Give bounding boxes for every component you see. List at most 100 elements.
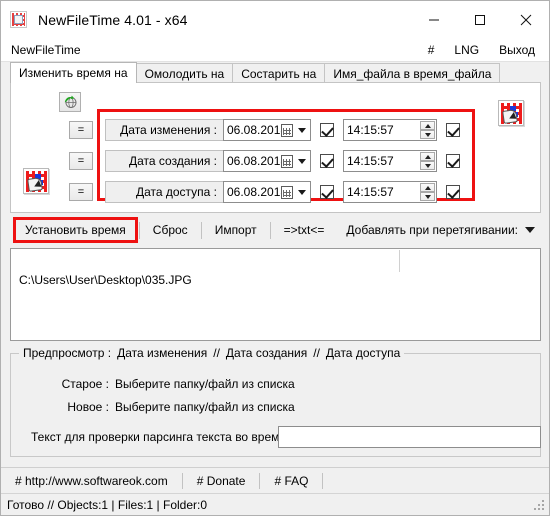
spinner-up-icon[interactable] [420, 183, 435, 192]
reset-button[interactable]: Сброс [141, 220, 200, 240]
date-input-created[interactable]: 06.08.2018 [223, 150, 311, 172]
app-window: NewFileTime 4.01 - x64 NewFileTime # LNG… [0, 0, 550, 516]
tab-filename-to-filetime[interactable]: Имя_файла в время_файла [324, 63, 501, 83]
toolbar-divider [138, 221, 140, 239]
preview-old-row: Старое : Выберите папку/файл из списка [37, 377, 295, 391]
equals-button-modified[interactable]: = [69, 121, 93, 139]
preview-new-row: Новое : Выберите папку/файл из списка [37, 400, 295, 414]
window-title: NewFileTime 4.01 - x64 [38, 11, 188, 28]
time-spinner-created[interactable] [420, 152, 435, 170]
minimize-button[interactable] [411, 1, 457, 38]
preview-label: Предпросмотр : [23, 346, 112, 360]
time-input-accessed[interactable]: 14:15:57 [343, 181, 437, 203]
preview-new-label: Новое : [67, 400, 109, 414]
equals-button-created[interactable]: = [69, 152, 93, 170]
calendar-icon [281, 186, 293, 199]
spinner-down-icon[interactable] [420, 192, 435, 201]
preview-col-modified: Дата изменения [117, 346, 208, 360]
preview-separator: // [213, 346, 220, 360]
link-divider [322, 472, 324, 489]
tab-change-time[interactable]: Изменить время на [10, 62, 137, 83]
list-item[interactable]: C:\Users\User\Desktop\035.JPG [19, 273, 192, 287]
set-time-button[interactable]: Установить время [13, 217, 138, 243]
date-input-accessed[interactable]: 06.08.2018 [223, 181, 311, 203]
menu-item-language[interactable]: LNG [454, 43, 479, 57]
date-value-created: 06.08.2018 [227, 154, 288, 168]
time-checkbox-accessed[interactable] [446, 185, 460, 199]
tab-make-older[interactable]: Состарить на [232, 63, 326, 83]
parse-test-label: Текст для проверки парсинга текста во вр… [31, 430, 286, 444]
menu-bar: NewFileTime # LNG Выход [1, 38, 549, 62]
preview-separator: // [313, 346, 320, 360]
spinner-down-icon[interactable] [420, 161, 435, 170]
time-spinner-modified[interactable] [420, 121, 435, 139]
date-row-modified: Дата изменения : 06.08.2018 14:15:57 [105, 119, 469, 141]
checker-select-icon[interactable] [23, 168, 49, 194]
date-checkbox-modified[interactable] [320, 123, 334, 137]
tab-make-younger[interactable]: Омолодить на [135, 63, 234, 83]
chevron-down-icon[interactable] [525, 227, 535, 233]
link-donate[interactable]: # Donate [183, 474, 260, 488]
file-list[interactable]: C:\Users\User\Desktop\035.JPG [10, 248, 541, 341]
spinner-up-icon[interactable] [420, 121, 435, 130]
drag-option-label: Добавлять при перетягивании: [346, 223, 518, 237]
row-label-created: Дата создания : [105, 150, 223, 172]
drag-option-dropdown[interactable]: Добавлять при перетягивании: [346, 223, 535, 237]
preview-group-title: Предпросмотр : Дата изменения // Дата со… [19, 346, 405, 360]
row-label-accessed: Дата доступа : [105, 181, 223, 203]
status-text: Готово // Objects:1 | Files:1 | Folder:0 [7, 497, 208, 512]
chevron-down-icon[interactable] [298, 190, 306, 195]
column-divider[interactable] [399, 250, 400, 272]
toolbar-divider [269, 221, 271, 239]
preview-old-label: Старое : [61, 377, 109, 391]
calendar-icon [281, 124, 293, 137]
time-value-created: 14:15:57 [347, 154, 394, 168]
txt-button[interactable]: =>txt<= [272, 220, 337, 240]
spinner-up-icon[interactable] [420, 152, 435, 161]
date-row-accessed: Дата доступа : 06.08.2018 14:15:57 [105, 181, 469, 203]
checker-select-icon[interactable] [498, 100, 524, 126]
title-bar: NewFileTime 4.01 - x64 [1, 1, 549, 38]
date-value-modified: 06.08.2018 [227, 123, 288, 137]
date-checkbox-accessed[interactable] [320, 185, 334, 199]
time-checkbox-modified[interactable] [446, 123, 460, 137]
time-value-accessed: 14:15:57 [347, 185, 394, 199]
time-input-modified[interactable]: 14:15:57 [343, 119, 437, 141]
import-button[interactable]: Импорт [203, 220, 269, 240]
window-controls [411, 1, 549, 38]
tab-strip: Изменить время на Омолодить на Состарить… [10, 62, 541, 83]
date-input-modified[interactable]: 06.08.2018 [223, 119, 311, 141]
equals-button-accessed[interactable]: = [69, 183, 93, 201]
parse-test-input[interactable] [278, 426, 541, 448]
menu-item-hash[interactable]: # [428, 43, 435, 57]
chevron-down-icon[interactable] [298, 128, 306, 133]
chevron-down-icon[interactable] [298, 159, 306, 164]
action-toolbar: Установить время Сброс Импорт =>txt<= До… [10, 216, 541, 244]
row-label-modified: Дата изменения : [105, 119, 223, 141]
preview-col-accessed: Дата доступа [325, 346, 401, 360]
time-input-created[interactable]: 14:15:57 [343, 150, 437, 172]
link-faq[interactable]: # FAQ [260, 474, 322, 488]
menu-app-name[interactable]: NewFileTime [11, 43, 81, 57]
maximize-button[interactable] [457, 1, 503, 38]
globe-refresh-icon[interactable] [59, 92, 81, 112]
app-icon [10, 11, 27, 28]
resize-grip[interactable] [534, 500, 546, 512]
date-checkbox-created[interactable] [320, 154, 334, 168]
status-bar: Готово // Objects:1 | Files:1 | Folder:0 [1, 493, 549, 515]
link-bar: # http://www.softwareok.com # Donate # F… [1, 467, 549, 493]
calendar-icon [281, 155, 293, 168]
link-website[interactable]: # http://www.softwareok.com [1, 474, 182, 488]
preview-col-created: Дата создания [225, 346, 308, 360]
preview-new-value: Выберите папку/файл из списка [115, 400, 295, 414]
preview-old-value: Выберите папку/файл из списка [115, 377, 295, 391]
time-spinner-accessed[interactable] [420, 183, 435, 201]
date-value-accessed: 06.08.2018 [227, 185, 288, 199]
spinner-down-icon[interactable] [420, 130, 435, 139]
menu-item-exit[interactable]: Выход [499, 43, 535, 57]
time-checkbox-created[interactable] [446, 154, 460, 168]
date-row-created: Дата создания : 06.08.2018 14:15:57 [105, 150, 469, 172]
close-button[interactable] [503, 1, 549, 38]
toolbar-divider [200, 221, 202, 239]
time-value-modified: 14:15:57 [347, 123, 394, 137]
